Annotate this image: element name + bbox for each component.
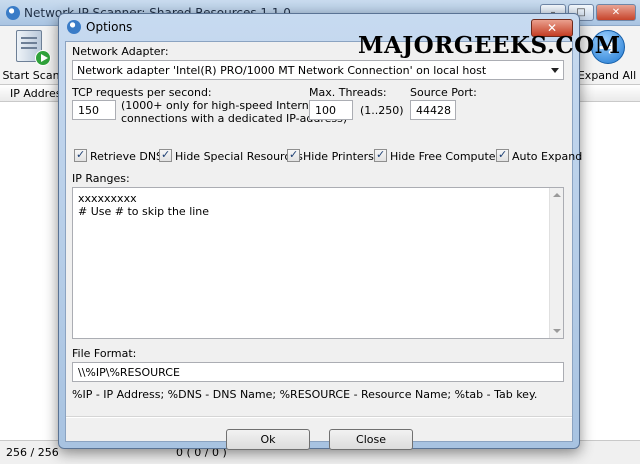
scroll-up-icon[interactable] — [553, 193, 561, 197]
hide-free-computers-label: Hide Free Computers — [390, 150, 506, 163]
checkbox-checked-icon[interactable] — [374, 148, 387, 162]
threads-range: (1..250) — [360, 104, 404, 117]
source-port-label: Source Port: — [410, 86, 477, 99]
options-dialog: Options ✕ Network Adapter: Network adapt… — [58, 13, 582, 450]
hide-free-computers-checkbox[interactable]: Hide Free Computers — [374, 148, 506, 163]
tcp-requests-value: 150 — [78, 104, 99, 117]
play-icon — [35, 50, 51, 66]
chevron-down-icon[interactable] — [551, 68, 559, 73]
max-threads-input[interactable]: 100 — [309, 100, 353, 120]
footer-divider — [66, 416, 572, 418]
hide-special-resources-checkbox[interactable]: Hide Special Resources — [159, 148, 303, 163]
tcp-requests-label: TCP requests per second: — [72, 86, 212, 99]
max-threads-label: Max. Threads: — [309, 86, 387, 99]
ip-ranges-line: xxxxxxxxx — [78, 192, 137, 205]
dialog-title: Options — [86, 20, 133, 34]
ok-button[interactable]: Ok — [226, 429, 310, 450]
checkbox-checked-icon[interactable] — [74, 148, 87, 162]
retrieve-dns-label: Retrieve DNS — [90, 150, 164, 163]
auto-expand-label: Auto Expand — [512, 150, 583, 163]
checkbox-checked-icon[interactable] — [287, 148, 300, 162]
file-format-input[interactable]: \\%IP\%RESOURCE — [72, 362, 564, 382]
majorgeeks-watermark: MAJORGEEKS.COM — [358, 32, 621, 59]
hide-special-resources-label: Hide Special Resources — [175, 150, 303, 163]
tcp-hint-line1: (1000+ only for high-speed Internet — [121, 99, 320, 112]
start-scan-button[interactable]: Start Scan — [2, 26, 60, 84]
hide-printers-checkbox[interactable]: Hide Printers — [287, 148, 374, 163]
network-adapter-value: Network adapter 'Intel(R) PRO/1000 MT Ne… — [77, 64, 487, 77]
retrieve-dns-checkbox[interactable]: Retrieve DNS — [74, 148, 164, 163]
source-port-value: 44428 — [416, 104, 451, 117]
auto-expand-checkbox[interactable]: Auto Expand — [496, 148, 583, 163]
app-icon — [6, 6, 20, 20]
dialog-title-bar: Options — [67, 20, 132, 34]
network-adapter-select[interactable]: Network adapter 'Intel(R) PRO/1000 MT Ne… — [72, 60, 564, 80]
hide-printers-label: Hide Printers — [303, 150, 374, 163]
file-format-label: File Format: — [72, 347, 137, 360]
ip-ranges-textarea[interactable]: xxxxxxxxx # Use # to skip the line — [72, 187, 564, 339]
source-port-input[interactable]: 44428 — [410, 100, 456, 120]
start-scan-label: Start Scan — [2, 69, 60, 82]
checkbox-checked-icon[interactable] — [496, 148, 509, 162]
format-help-text: %IP - IP Address; %DNS - DNS Name; %RESO… — [72, 388, 538, 401]
dialog-body: Network Adapter: Network adapter 'Intel(… — [65, 41, 582, 450]
expand-all-label: Expand All — [577, 69, 637, 82]
ip-ranges-scrollbar[interactable] — [549, 188, 563, 338]
close-button[interactable]: Close — [329, 429, 413, 450]
main-close-button[interactable]: ✕ — [596, 4, 636, 21]
checkbox-checked-icon[interactable] — [159, 148, 172, 162]
scroll-down-icon[interactable] — [553, 329, 561, 333]
max-threads-value: 100 — [315, 104, 336, 117]
tcp-requests-input[interactable]: 150 — [72, 100, 116, 120]
file-format-value: \\%IP\%RESOURCE — [78, 366, 180, 379]
status-progress: 256 / 256 — [6, 446, 59, 459]
ip-ranges-line: # Use # to skip the line — [78, 205, 210, 218]
ip-ranges-label: IP Ranges: — [72, 172, 130, 185]
network-adapter-label: Network Adapter: — [72, 45, 169, 58]
dialog-app-icon — [67, 20, 81, 34]
